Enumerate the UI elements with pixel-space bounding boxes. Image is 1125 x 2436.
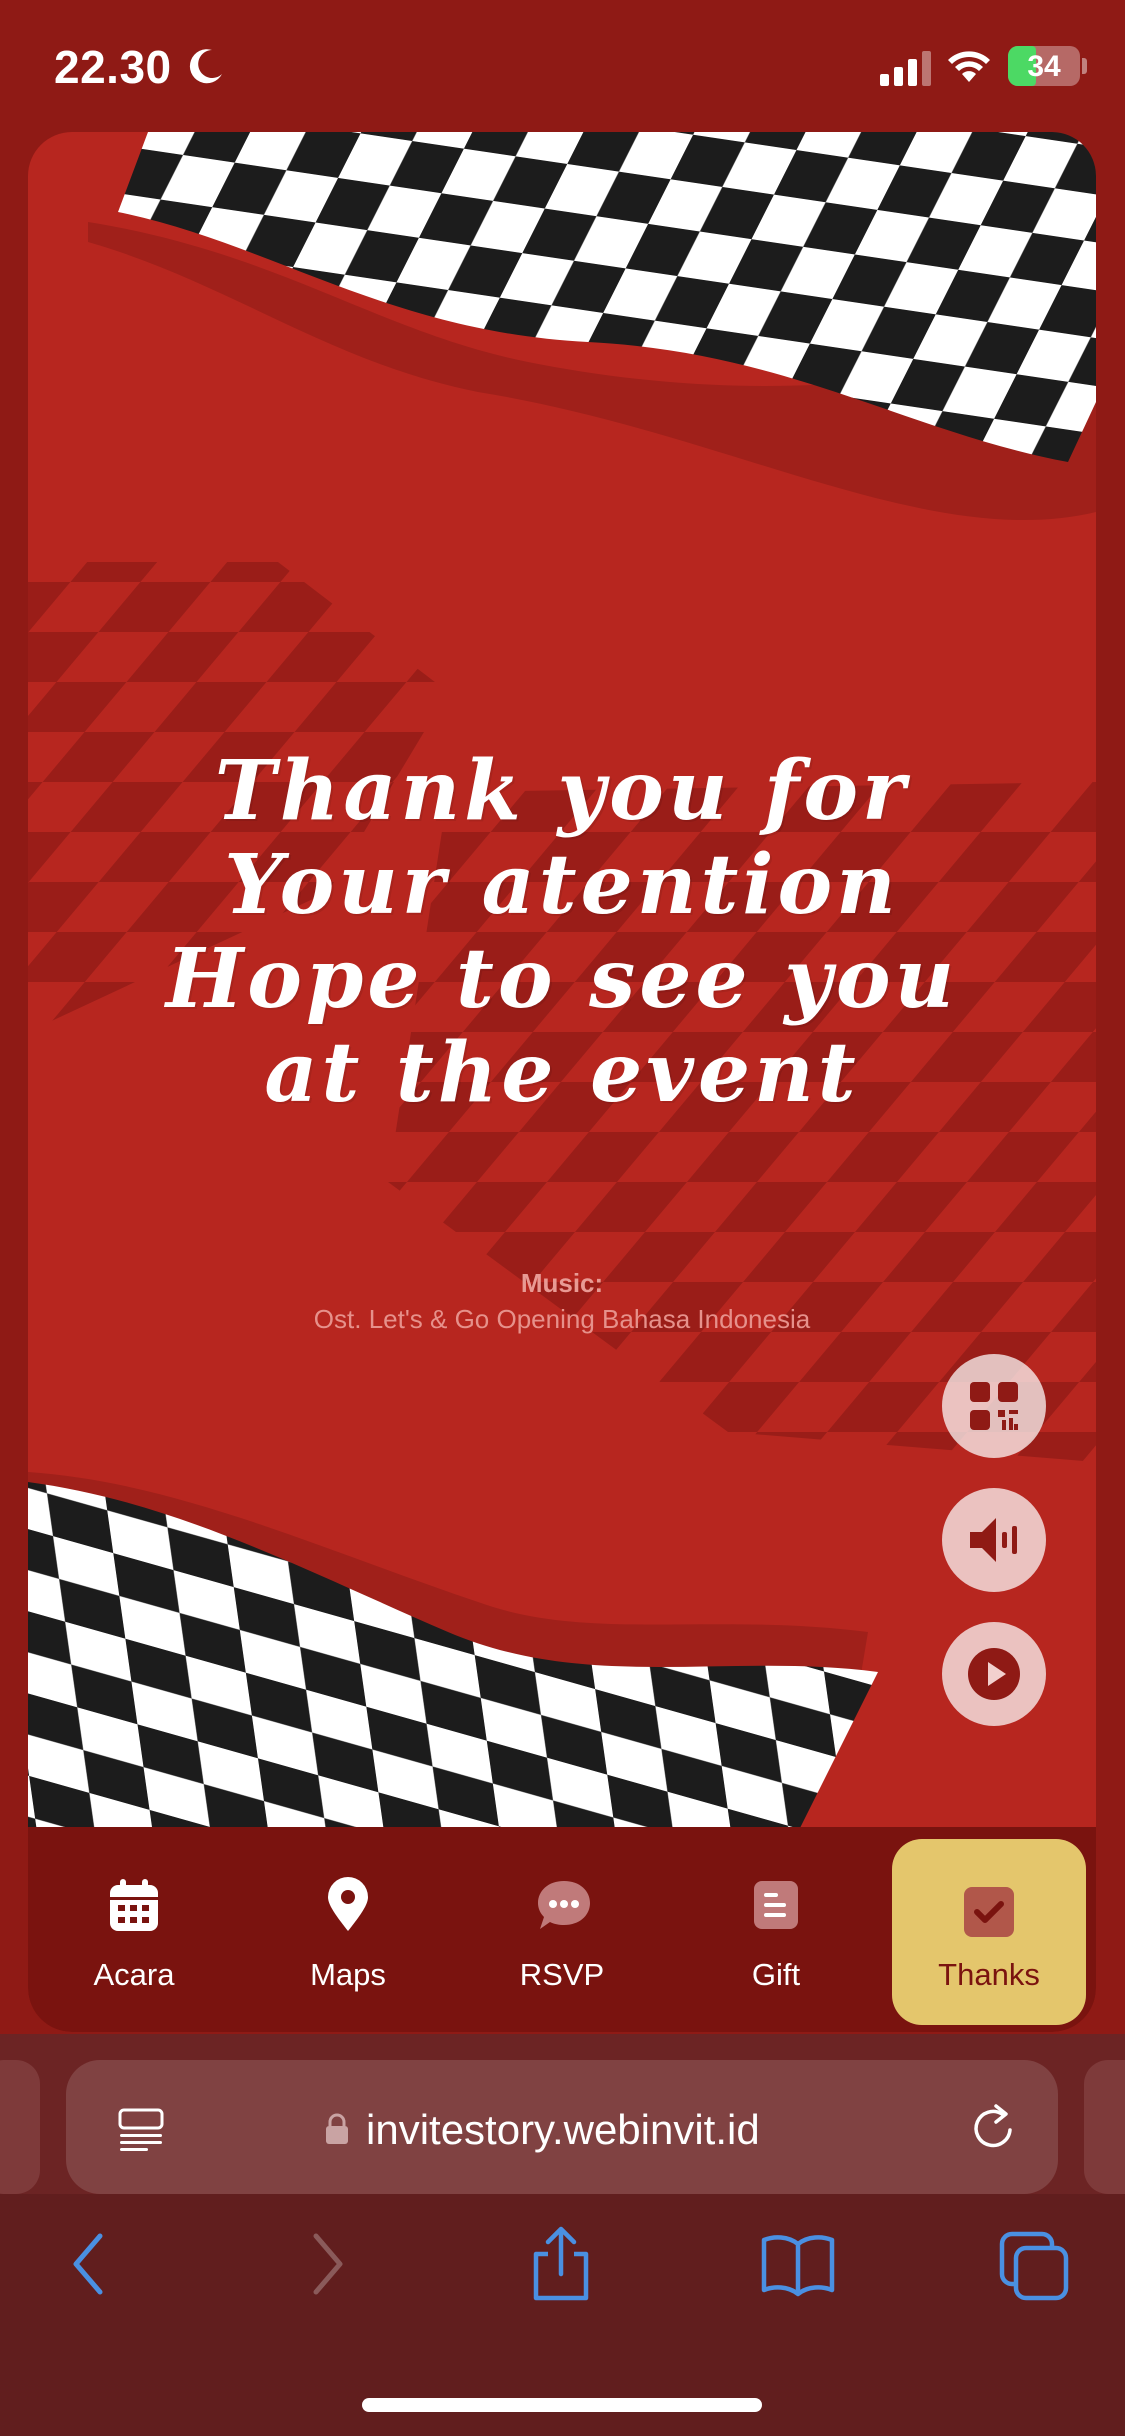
invitation-card: Thank you for Your atention Hope to see … [28,132,1096,2032]
message-line: Your atention [224,837,900,933]
gift-list-icon [754,1881,798,1929]
music-label: Music: [520,1268,604,1298]
lock-icon [326,2113,348,2144]
address-bar[interactable]: invitestory.webinvit.id [66,2060,1058,2194]
cellular-signal-icon [880,51,931,86]
play-icon [968,1648,1020,1700]
message-line: Hope to see you [165,931,959,1027]
forward-icon[interactable] [300,2224,356,2304]
nav-label: Maps [310,1957,386,1992]
battery-cap [1082,58,1087,74]
home-indicator[interactable] [362,2398,762,2412]
qr-code-icon [970,1382,1018,1430]
map-pin-icon [328,1877,368,1931]
nav-label: Acara [93,1957,175,1992]
battery-percentage: 34 [1027,50,1061,83]
battery-icon: 34 [1008,46,1080,86]
play-button[interactable] [942,1622,1046,1726]
nav-label: Thanks [938,1957,1040,1992]
reload-icon[interactable] [966,2100,1022,2156]
previous-tab-preview[interactable] [0,2060,40,2194]
chat-bubble-icon [538,1881,590,1929]
url-text: invitestory.webinvit.id [366,2106,760,2153]
status-bar: 22.30 34 [0,0,1125,130]
browser-chrome: invitestory.webinvit.id [0,2034,1125,2436]
music-title: Ost. Let's & Go Opening Bahasa Indonesia [313,1304,811,1334]
message-line: Thank you for [214,743,910,839]
back-icon[interactable] [60,2224,116,2304]
nav-item-thanks[interactable]: Thanks [892,1839,1086,2025]
reader-mode-icon[interactable] [116,2104,166,2154]
moon-icon [189,49,222,84]
message-line: at the event [264,1025,860,1121]
wifi-icon [948,51,990,82]
nav-item-rsvp[interactable]: RSVP [462,1827,662,2032]
thank-you-message: Thank you for Your atention Hope to see … [28,744,1096,1120]
nav-label: RSVP [519,1957,605,1992]
tabs-icon[interactable] [998,2224,1072,2304]
sound-toggle-button[interactable] [942,1488,1046,1592]
share-icon[interactable] [526,2224,596,2304]
next-tab-preview[interactable] [1084,2060,1125,2194]
qr-code-button[interactable] [942,1354,1046,1458]
status-time: 22.30 [54,41,172,93]
speaker-icon [970,1518,1017,1562]
nav-item-maps[interactable]: Maps [248,1827,448,2032]
check-icon [964,1887,1014,1937]
nav-item-acara[interactable]: Acara [34,1827,234,2032]
nav-item-gift[interactable]: Gift [676,1827,876,2032]
calendar-icon [110,1879,158,1931]
nav-label: Gift [751,1957,801,1992]
bookmarks-icon[interactable] [760,2224,836,2304]
